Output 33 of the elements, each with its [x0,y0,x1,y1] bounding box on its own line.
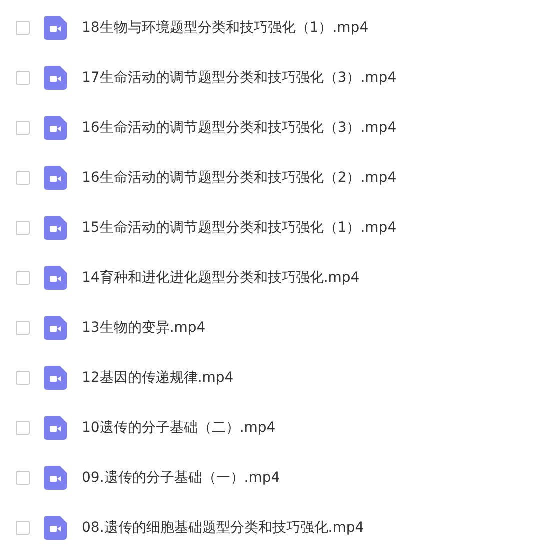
video-file-icon [44,216,67,240]
video-file-icon [44,166,67,190]
file-name[interactable]: 13生物的变异.mp4 [82,319,206,337]
checkbox[interactable] [16,121,30,135]
file-name[interactable]: 10遗传的分子基础（二）.mp4 [82,419,276,437]
file-name[interactable]: 14育种和进化进化题型分类和技巧强化.mp4 [82,269,360,287]
video-file-icon [44,116,67,140]
checkbox[interactable] [16,371,30,385]
file-name[interactable]: 18生物与环境题型分类和技巧强化（1）.mp4 [82,19,369,37]
file-name[interactable]: 16生命活动的调节题型分类和技巧强化（3）.mp4 [82,119,397,137]
checkbox[interactable] [16,321,30,335]
video-file-icon [44,366,67,390]
video-file-icon [44,416,67,440]
file-name[interactable]: 15生命活动的调节题型分类和技巧强化（1）.mp4 [82,219,397,237]
file-name[interactable]: 08.遗传的细胞基础题型分类和技巧强化.mp4 [82,519,364,537]
video-file-icon [44,466,67,490]
video-file-icon [44,66,67,90]
video-file-icon [44,16,67,40]
checkbox[interactable] [16,221,30,235]
file-name[interactable]: 17生命活动的调节题型分类和技巧强化（3）.mp4 [82,69,397,87]
checkbox[interactable] [16,421,30,435]
file-name[interactable]: 09.遗传的分子基础（一）.mp4 [82,469,280,487]
checkbox[interactable] [16,521,30,535]
checkbox[interactable] [16,171,30,185]
file-name[interactable]: 12基因的传递规律.mp4 [82,369,234,387]
checkbox[interactable] [16,271,30,285]
video-file-icon [44,516,67,540]
checkbox[interactable] [16,471,30,485]
file-name[interactable]: 16生命活动的调节题型分类和技巧强化（2）.mp4 [82,169,397,187]
video-file-icon [44,316,67,340]
checkbox[interactable] [16,71,30,85]
video-file-icon [44,266,67,290]
checkbox[interactable] [16,21,30,35]
